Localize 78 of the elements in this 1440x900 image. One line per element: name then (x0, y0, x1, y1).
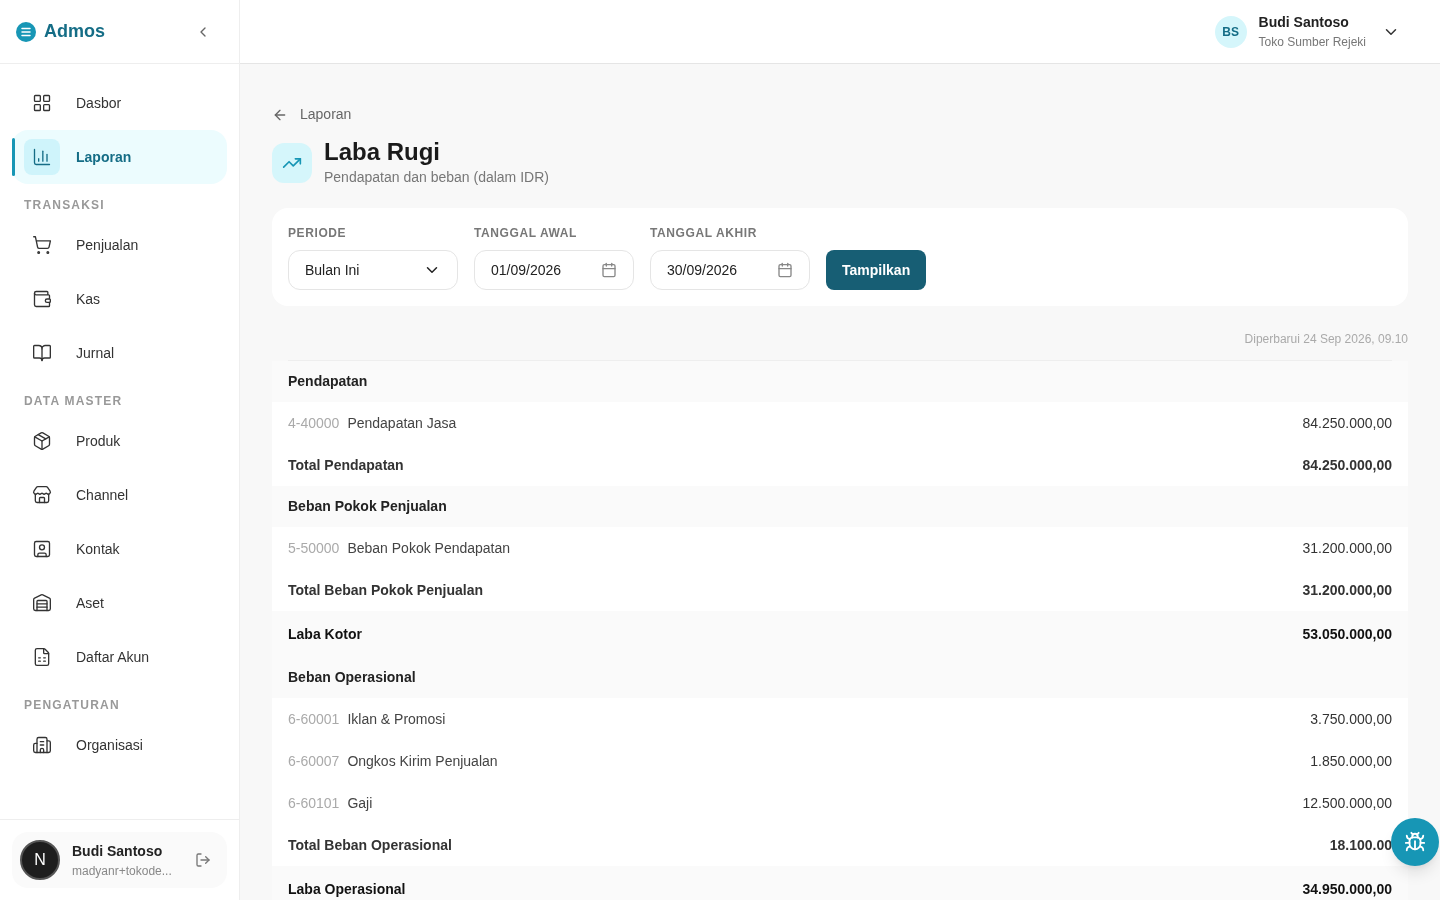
field-label: PERIODE (288, 225, 348, 242)
updated-timestamp: Diperbarui 24 Sep 2026, 09.10 (1243, 331, 1408, 348)
user-initials-avatar[interactable]: BS (1214, 15, 1247, 48)
sidebar-item[interactable]: Produk (12, 414, 227, 468)
sidebar-item[interactable]: Organisasi (12, 718, 227, 772)
amount: 12.500.000,00 (1302, 793, 1392, 813)
section-heading: Beban Operasional (288, 668, 416, 687)
account-name: Pendapatan Jasa (347, 413, 457, 433)
show-button[interactable]: Tampilkan (826, 250, 927, 290)
user-email: madyanr+tokode... (72, 862, 172, 880)
sidebar-item[interactable]: Jurnal (12, 326, 227, 380)
sidebar-item[interactable]: Daftar Akun (12, 630, 227, 684)
warehouse-icon (32, 593, 52, 613)
bug-report-button[interactable] (1391, 818, 1439, 866)
field-label: TANGGAL AWAL (474, 225, 578, 242)
header-user-name: Budi Santoso (1258, 13, 1350, 32)
amount: 3.750.000,00 (1310, 709, 1392, 729)
account-code: 5-50000 (288, 538, 340, 558)
nav-group-label: PENGATURAN (23, 697, 121, 714)
page-title: Laba Rugi (324, 137, 441, 167)
sidebar-item[interactable]: Aset (12, 576, 227, 630)
logout-icon[interactable] (195, 852, 211, 868)
wallet-icon (32, 289, 52, 309)
summary-label: Laba Operasional (288, 879, 406, 899)
account-code: 6-60007 (288, 751, 340, 771)
building-icon (32, 735, 52, 755)
trend-icon (272, 142, 312, 183)
total-amount: 84.250.000,00 (1302, 455, 1392, 475)
store-icon (32, 485, 52, 505)
date-field[interactable]: 01/09/2026 (474, 250, 634, 290)
book-icon (32, 343, 52, 363)
box-icon (32, 431, 52, 451)
amount: 84.250.000,00 (1302, 413, 1392, 433)
summary-amount: 53.050.000,00 (1302, 624, 1392, 644)
calendar-icon (601, 262, 617, 278)
contact-card-icon (32, 539, 52, 559)
bar-chart-icon (32, 147, 52, 167)
account-name: Gaji (347, 793, 373, 813)
total-amount: 31.200.000,00 (1302, 580, 1392, 600)
sidebar-item[interactable]: Kontak (12, 522, 227, 576)
nav-group-label: TRANSAKSI (23, 197, 106, 214)
account-name: Iklan & Promosi (347, 709, 446, 729)
total-label: Total Pendapatan (288, 455, 404, 475)
back-link[interactable]: Laporan (272, 104, 1408, 125)
calendar-icon (777, 262, 793, 278)
account-code: 6-60001 (288, 709, 340, 729)
account-name: Ongkos Kirim Penjualan (347, 751, 498, 771)
account-code: 4-40000 (288, 413, 340, 433)
account-code: 6-60101 (288, 793, 340, 813)
summary-amount: 34.950.000,00 (1302, 879, 1392, 899)
total-label: Total Beban Operasional (288, 835, 452, 855)
section-heading: Pendapatan (288, 372, 368, 391)
period-select[interactable]: Bulan Ini (288, 250, 458, 290)
section-heading: Beban Pokok Penjualan (288, 497, 447, 516)
account-name: Beban Pokok Pendapatan (347, 538, 511, 558)
amount: 31.200.000,00 (1302, 538, 1392, 558)
sidebar-item[interactable]: Channel (12, 468, 227, 522)
field-label: TANGGAL AKHIR (650, 225, 758, 242)
brand-name: Admos (44, 20, 105, 43)
amount: 1.850.000,00 (1310, 751, 1392, 771)
grid-icon (32, 93, 52, 113)
user-avatar: N (20, 840, 60, 880)
organization-name: Toko Sumber Rejeki (1258, 34, 1366, 51)
logo-icon (16, 21, 36, 42)
cart-icon (32, 235, 52, 255)
nav-group-label: DATA MASTER (23, 393, 124, 410)
sidebar-item[interactable]: Kas (12, 272, 227, 326)
sidebar-item[interactable]: Dasbor (12, 76, 227, 130)
user-name: Budi Santoso (72, 841, 164, 861)
sidebar-item[interactable]: Laporan (12, 130, 227, 184)
page-subtitle: Pendapatan dan beban (dalam IDR) (324, 168, 549, 187)
spreadsheet-icon (32, 647, 52, 667)
date-field[interactable]: 30/09/2026 (650, 250, 810, 290)
summary-label: Laba Kotor (288, 624, 362, 644)
total-amount: 18.100.00 (1329, 835, 1392, 855)
sidebar-item[interactable]: Penjualan (12, 218, 227, 272)
total-label: Total Beban Pokok Penjualan (288, 580, 483, 600)
bug-icon (1404, 831, 1426, 853)
